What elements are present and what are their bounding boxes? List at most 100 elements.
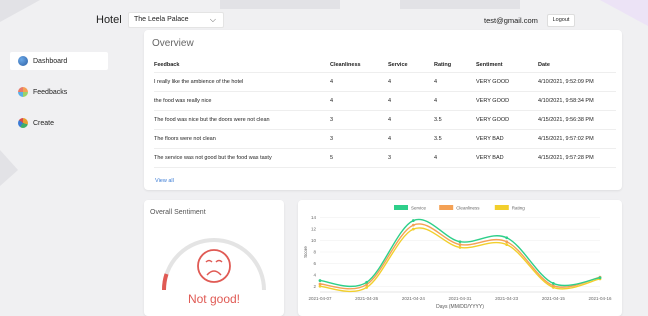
- x-tick-label: 2021-04-07: [308, 296, 332, 301]
- y-tick-label: 10: [311, 238, 317, 243]
- sidebar-item-feedbacks[interactable]: Feedbacks: [10, 83, 108, 101]
- cell-date: 4/15/2021, 9:57:02 PM: [538, 129, 616, 149]
- table-row[interactable]: the food was really nice 4 4 4 VERY GOOD…: [154, 91, 616, 111]
- data-point-cleanliness: [458, 243, 462, 246]
- dashboard-icon: [18, 56, 28, 66]
- x-axis-label: Days (MM/DD/YYYY): [436, 304, 484, 310]
- column-header[interactable]: Rating: [434, 58, 476, 73]
- cell-cleanliness: 3: [330, 110, 388, 130]
- cell-service: 4: [388, 91, 434, 111]
- legend-swatch-service: [394, 205, 408, 210]
- chevron-down-icon: ⌵: [209, 15, 216, 24]
- feedbacks-icon: [18, 87, 28, 97]
- cell-rating: 4: [434, 72, 476, 92]
- cell-rating: 3.5: [434, 129, 476, 149]
- brand-title: Hotel: [96, 14, 122, 26]
- sidebar: Dashboard Feedbacks Create: [10, 52, 108, 145]
- data-point-rating: [505, 243, 509, 246]
- x-tick-label: 2021-04-16: [588, 296, 612, 301]
- cell-service: 4: [388, 129, 434, 149]
- x-tick-label: 2021-04-31: [448, 296, 472, 301]
- cell-cleanliness: 3: [330, 129, 388, 149]
- table-header-row: Feedback Cleanliness Service Rating Sent…: [154, 58, 616, 73]
- overview-title: Overview: [152, 38, 194, 49]
- hotel-select-value: The Leela Palace: [134, 16, 189, 23]
- table-row[interactable]: The floors were not clean 3 4 3.5 VERY B…: [154, 129, 616, 149]
- y-tick-label: 2: [313, 284, 316, 289]
- y-tick-label: 14: [311, 215, 317, 220]
- cell-cleanliness: 5: [330, 148, 388, 168]
- legend-swatch-cleanliness: [439, 205, 454, 210]
- cell-cleanliness: 4: [330, 91, 388, 111]
- cell-rating: 3.5: [434, 110, 476, 130]
- sidebar-item-label: Feedbacks: [33, 88, 68, 96]
- sidebar-item-create[interactable]: Create: [10, 114, 108, 132]
- y-tick-label: 8: [313, 250, 316, 255]
- data-point-cleanliness: [411, 223, 415, 227]
- hotel-select[interactable]: The Leela Palace ⌵: [128, 12, 224, 28]
- data-point-cleanliness: [505, 240, 509, 244]
- y-tick-label: 12: [311, 227, 317, 232]
- cell-sentiment: VERY GOOD: [476, 110, 538, 130]
- sentiment-title: Overall Sentiment: [150, 209, 206, 216]
- cell-sentiment: VERY GOOD: [476, 91, 538, 111]
- cell-service: 3: [388, 148, 434, 168]
- data-point-service: [551, 282, 555, 285]
- cell-sentiment: VERY BAD: [476, 148, 538, 168]
- cell-feedback: The service was not good but the food wa…: [154, 148, 330, 168]
- sentiment-text: Not good!: [187, 292, 241, 306]
- cell-feedback: the food was really nice: [154, 91, 330, 111]
- cell-date: 4/15/2021, 9:57:28 PM: [538, 148, 616, 168]
- create-icon: [18, 118, 28, 128]
- sad-face-icon: [197, 249, 231, 283]
- table-row[interactable]: The food was nice but the doors were not…: [154, 110, 616, 130]
- x-tick-label: 2021-04-15: [542, 296, 566, 301]
- y-tick-label: 6: [313, 261, 316, 266]
- y-tick-label: 4: [313, 272, 316, 277]
- cell-date: 4/10/2021, 9:52:09 PM: [538, 72, 616, 92]
- cell-sentiment: VERY GOOD: [476, 72, 538, 92]
- legend-label-rating: Rating: [512, 206, 526, 211]
- data-point-rating: [411, 227, 415, 231]
- cell-feedback: The food was nice but the doors were not…: [154, 110, 330, 130]
- x-tick-label: 2021-04-26: [355, 296, 379, 301]
- sidebar-item-label: Dashboard: [33, 57, 68, 65]
- data-point-rating: [365, 286, 369, 289]
- legend-label-service: Service: [411, 206, 427, 211]
- cell-feedback: The floors were not clean: [154, 129, 330, 149]
- x-tick-label: 2021-04-23: [495, 296, 519, 301]
- sidebar-item-dashboard[interactable]: Dashboard: [10, 52, 108, 70]
- cell-feedback: I really like the ambience of the hotel: [154, 72, 330, 92]
- overall-sentiment-card: Overall Sentiment Not good!: [144, 200, 284, 316]
- series-line-cleanliness: [319, 223, 601, 290]
- data-point-service: [318, 279, 322, 282]
- cell-sentiment: VERY BAD: [476, 129, 538, 149]
- view-all-link[interactable]: View all: [155, 178, 174, 184]
- cell-service: 4: [388, 110, 434, 130]
- legend-swatch-rating: [494, 205, 509, 210]
- logout-button[interactable]: Logout: [547, 14, 575, 27]
- table-row[interactable]: The service was not good but the food wa…: [154, 148, 616, 168]
- table-row[interactable]: I really like the ambience of the hotel …: [154, 72, 616, 92]
- column-header[interactable]: Sentiment: [476, 58, 538, 73]
- data-point-service: [505, 236, 509, 240]
- user-email: test@gmail.com: [484, 16, 538, 25]
- cell-date: 4/15/2021, 9:56:38 PM: [538, 110, 616, 130]
- column-header[interactable]: Date: [538, 58, 616, 73]
- sidebar-item-label: Create: [33, 119, 55, 127]
- column-header[interactable]: Cleanliness: [330, 58, 388, 73]
- top-bar: Hotel The Leela Palace ⌵ test@gmail.com …: [0, 0, 648, 34]
- column-header[interactable]: Service: [388, 58, 434, 73]
- data-point-service: [365, 280, 369, 284]
- cell-rating: 4: [434, 148, 476, 168]
- x-tick-label: 2021-04-24: [402, 296, 426, 301]
- trend-chart-card: 2 4 6 8 10 12 14 2021-04-07 2021-04-26 2021-04-24…: [298, 200, 622, 316]
- y-axis-label: Score: [303, 246, 308, 258]
- feedback-table: Feedback Cleanliness Service Rating Sent…: [154, 58, 616, 168]
- column-header[interactable]: Feedback: [154, 58, 330, 73]
- score-trend-chart: 2 4 6 8 10 12 14 2021-04-07 2021-04-26 2021-04-24…: [303, 205, 612, 310]
- cell-date: 4/10/2021, 9:58:34 PM: [538, 91, 616, 111]
- data-point-service: [458, 240, 462, 244]
- series-line-service: [319, 218, 601, 287]
- series-line-rating: [319, 227, 601, 293]
